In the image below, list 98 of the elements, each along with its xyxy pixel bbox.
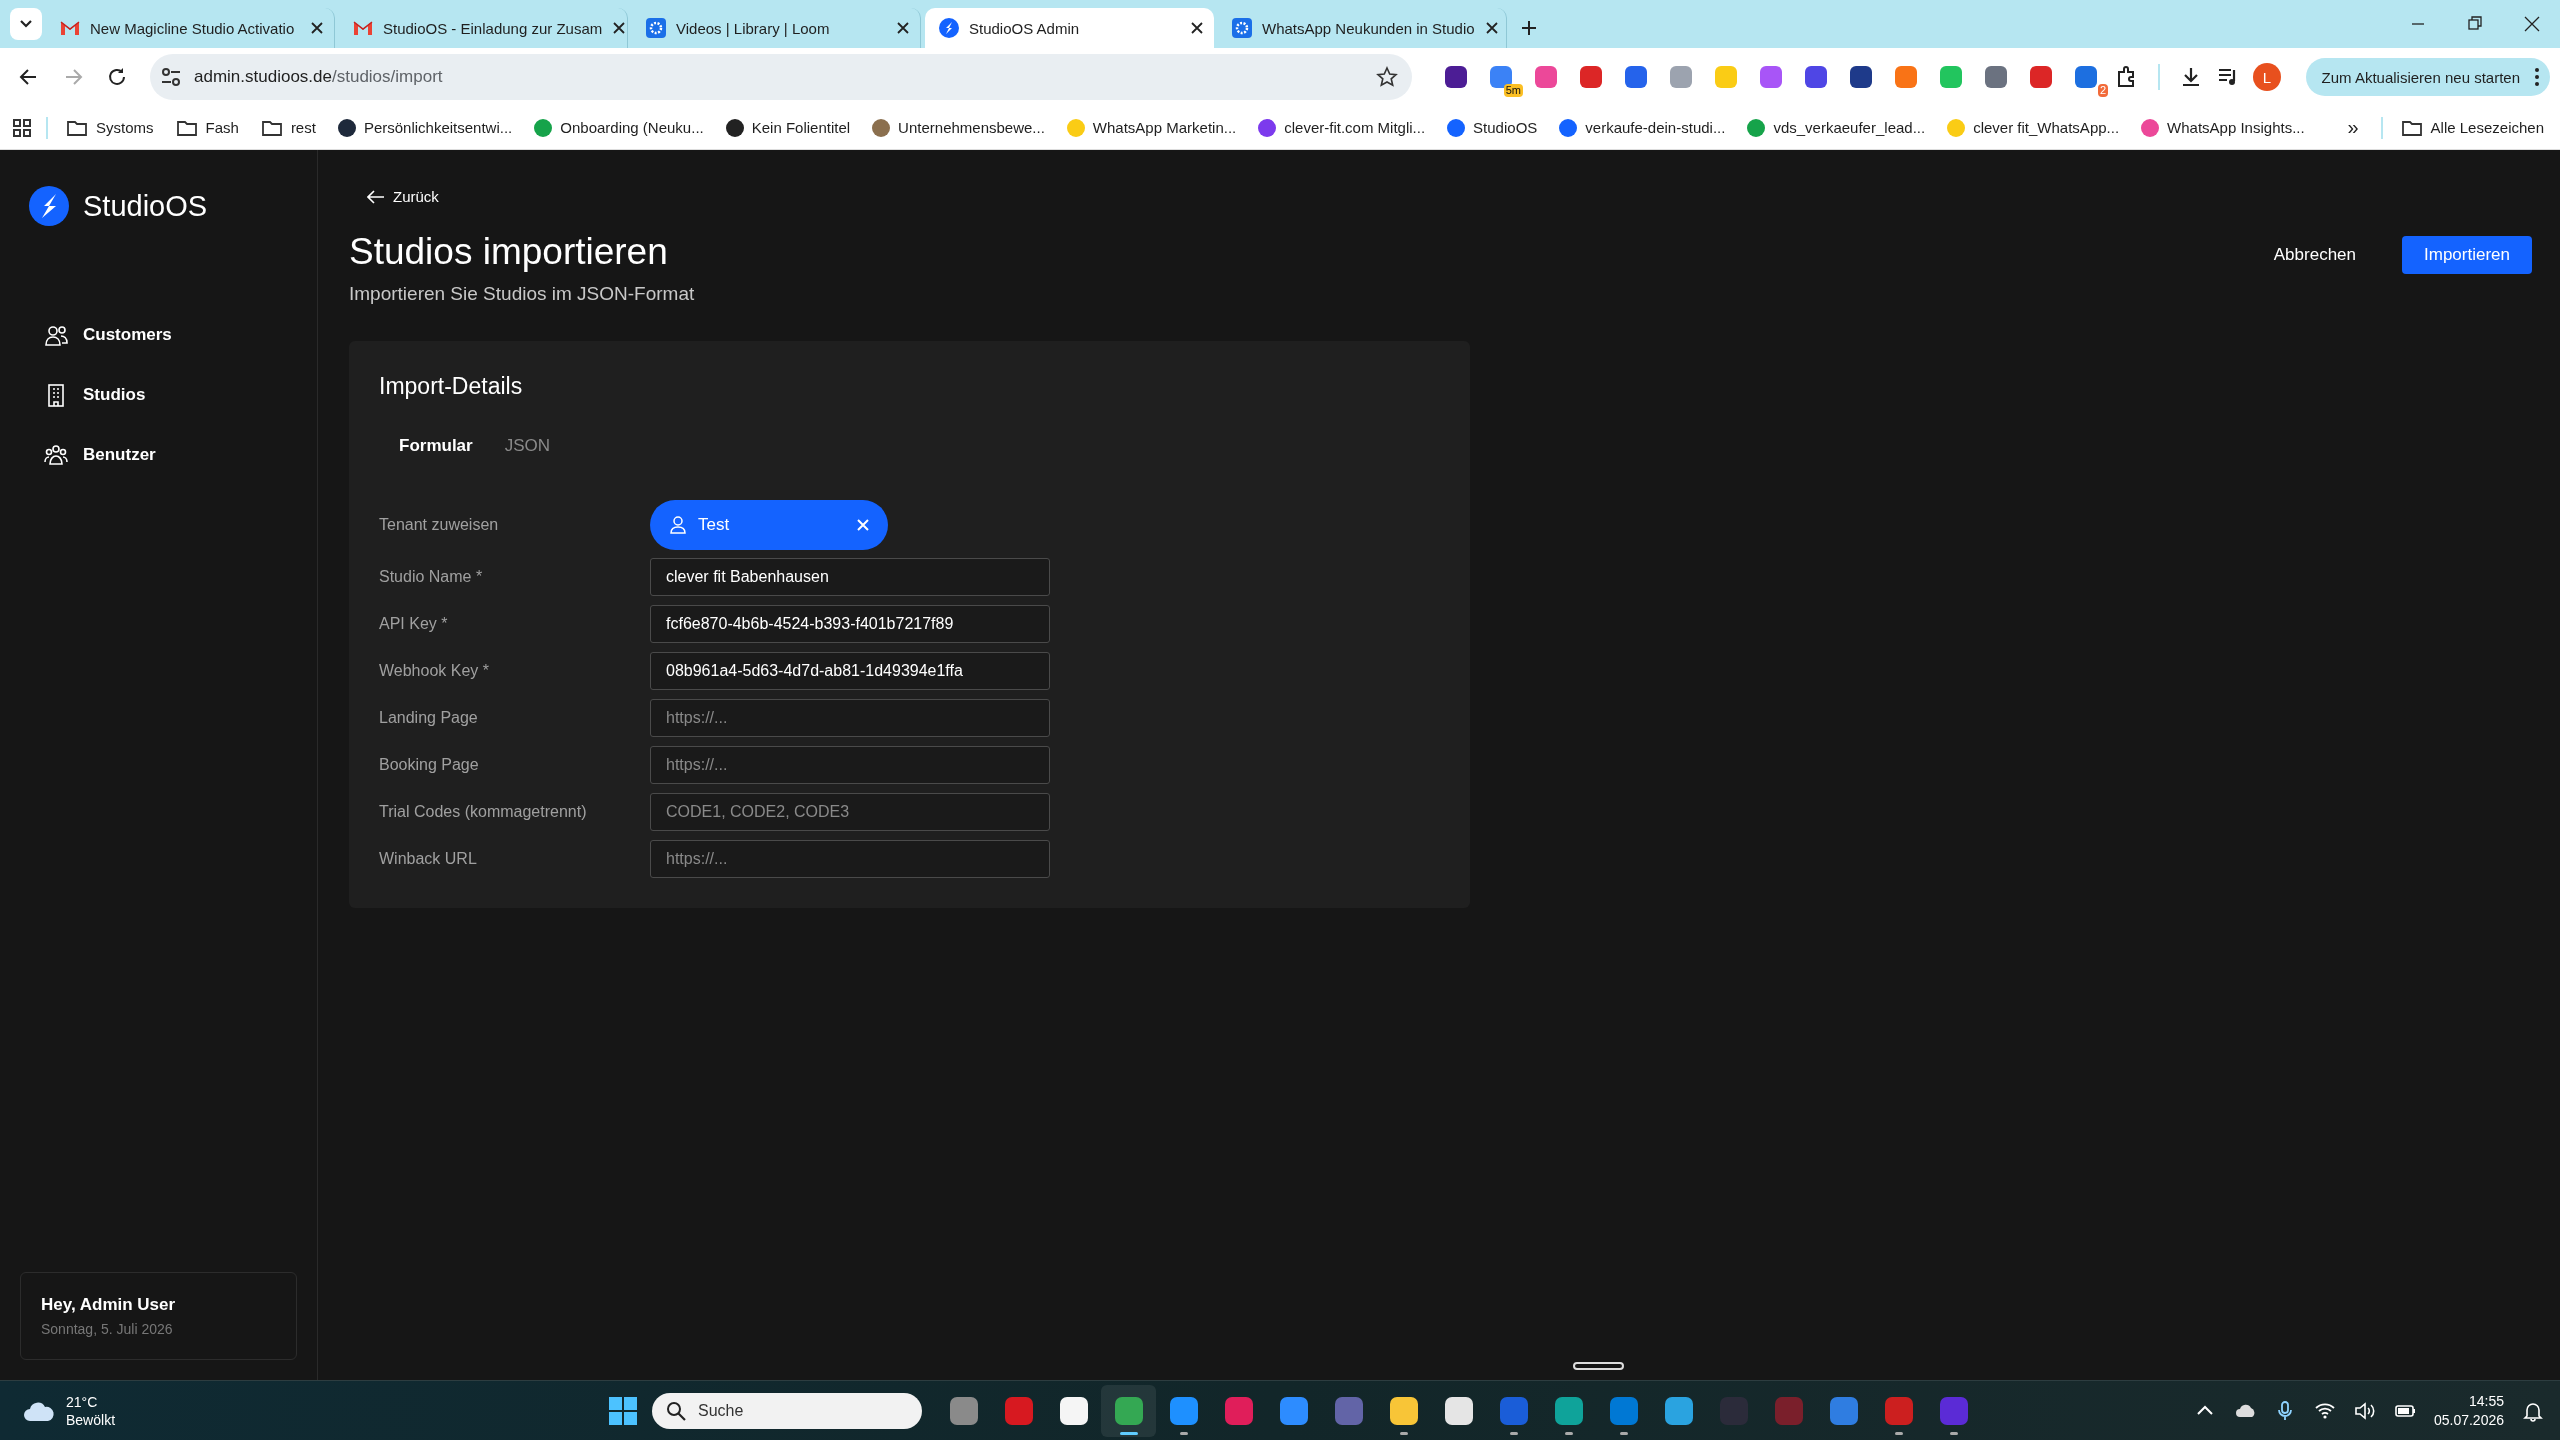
field-label: Booking Page — [379, 756, 480, 774]
mail-icon — [353, 20, 373, 36]
bookmark[interactable]: Onboarding (Neuku... — [530, 114, 708, 141]
field-label: Landing Page — [379, 709, 479, 727]
extension-icon[interactable] — [1983, 64, 2009, 90]
field-label: Trial Codes (kommagetrennt) — [379, 803, 588, 821]
extension-badge: 5m — [1503, 84, 1523, 97]
bookmark[interactable]: WhatsApp Insights... — [2137, 114, 2309, 141]
arrow-left-icon — [367, 189, 385, 204]
field-label: Webhook Key * — [379, 662, 490, 680]
bookmark[interactable]: Persönlichkeitsentwi... — [333, 114, 517, 141]
folder-icon — [175, 118, 198, 137]
plus-icon — [1521, 20, 1537, 36]
nav-item[interactable]: Customers — [44, 312, 297, 358]
bookmark[interactable]: StudioOS — [1443, 114, 1542, 141]
time-text: 14:55 — [2468, 1393, 2504, 1409]
field-label: Studio Name * — [379, 568, 484, 586]
gear-icon — [646, 18, 666, 38]
address-bar[interactable]: admin.studioos.de/studios/import — [150, 54, 1412, 100]
folder-icon — [260, 118, 283, 137]
field-label: API Key * — [379, 615, 449, 633]
bookmark[interactable]: Unternehmensbewe... — [868, 114, 1049, 141]
minimize-icon — [2411, 23, 2424, 25]
extension-icon[interactable] — [1803, 64, 1829, 90]
folder-icon — [66, 118, 88, 137]
input-field[interactable]: clever fit Babenhausen — [650, 558, 1050, 596]
close-icon[interactable] — [1190, 21, 1204, 35]
close-icon[interactable] — [310, 21, 324, 35]
bookmark[interactable]: clever fit_WhatsApp... — [1943, 114, 2124, 141]
chevron-down-icon — [19, 19, 33, 29]
more-bookmarks-button[interactable]: » — [2339, 116, 2367, 139]
card-title: Import-Details — [379, 373, 524, 400]
extension-icon[interactable] — [1623, 64, 1649, 90]
extension-icon[interactable] — [1578, 64, 1604, 90]
person-icon — [670, 516, 686, 534]
compass-logo-icon — [29, 186, 69, 226]
drag-handle[interactable] — [1573, 1362, 1624, 1370]
user-greeting: Hey, Admin User — [41, 1295, 177, 1315]
nav-item[interactable]: Studios — [44, 372, 297, 418]
search-icon — [666, 1401, 686, 1421]
bookmark[interactable]: Alle Lesezeichen — [2396, 114, 2548, 141]
tenant-chip[interactable]: Test — [650, 500, 888, 550]
reload-icon — [106, 66, 128, 88]
input-field[interactable]: CODE1, CODE2, CODE3 — [650, 793, 1050, 831]
more-icon — [2534, 67, 2540, 87]
profile-avatar[interactable]: L — [2253, 63, 2281, 91]
cancel-button[interactable]: Abbrechen — [2251, 236, 2378, 274]
bookmark[interactable]: Fash — [171, 114, 243, 141]
extension-icon[interactable] — [2073, 64, 2099, 90]
bookmark[interactable]: Systoms — [62, 114, 158, 141]
bookmark[interactable]: verkaufe-dein-studi... — [1555, 114, 1730, 141]
tab-list-button[interactable] — [10, 8, 42, 40]
temperature-text: 21°C — [66, 1393, 99, 1410]
input-field[interactable]: fcf6e870-4b6b-4524-b393-f401b7217f89 — [650, 605, 1050, 643]
apps-grid-icon[interactable] — [12, 117, 32, 138]
input-field[interactable]: https://... — [650, 699, 1050, 737]
page-subtitle: Importieren Sie Studios im JSON-Format — [349, 283, 695, 305]
input-field[interactable]: 08b961a4-5d63-4d7d-ab81-1d49394e1ffa — [650, 652, 1050, 690]
compass-icon — [939, 18, 959, 38]
input-field[interactable]: https://... — [650, 746, 1050, 784]
bookmark[interactable]: WhatsApp Marketin... — [1062, 114, 1241, 141]
date-text: Sonntag, 5. Juli 2026 — [41, 1321, 174, 1337]
weather-text: Bewölkt — [66, 1411, 116, 1428]
field-label: Tenant zuweisen — [379, 515, 500, 534]
restore-icon — [2465, 15, 2484, 33]
tab[interactable]: Formular — [387, 430, 485, 462]
search-field[interactable]: Suche — [652, 1393, 922, 1429]
field-label: Winback URL — [379, 850, 478, 868]
brand-name: StudioOS — [83, 189, 208, 223]
bookmark[interactable]: Kein Folientitel — [721, 114, 855, 141]
bookmark[interactable]: rest — [256, 114, 320, 141]
close-icon[interactable] — [896, 21, 910, 35]
extension-icon[interactable] — [1443, 64, 1469, 90]
extension-icon[interactable] — [2028, 64, 2054, 90]
update-button[interactable]: Zum Aktualisieren neu starten — [2305, 58, 2550, 96]
tab[interactable]: JSON — [492, 430, 563, 462]
windows-logo-icon — [608, 1396, 638, 1426]
bookmark[interactable]: vds_verkaeufer_lead... — [1743, 114, 1930, 141]
import-button[interactable]: Importieren — [2402, 236, 2532, 274]
page-title: Studios importieren — [349, 231, 669, 273]
site-settings-icon — [160, 66, 182, 88]
star-icon[interactable] — [1376, 66, 1398, 88]
date-text: 05.07.2026 — [2433, 1412, 2504, 1428]
bookmark[interactable]: clever-fit.com Mitgli... — [1254, 114, 1430, 141]
close-icon[interactable] — [1484, 21, 1499, 35]
back-link[interactable]: Zurück — [367, 184, 439, 209]
close-icon[interactable] — [612, 21, 627, 35]
nav-item[interactable]: Benutzer — [44, 432, 297, 478]
close-icon — [2522, 15, 2541, 33]
input-field[interactable]: https://... — [650, 840, 1050, 878]
url-text: admin.studioos.de/studios/import — [194, 67, 444, 87]
extension-icon[interactable] — [1848, 64, 1874, 90]
extension-badge: 2 — [2097, 84, 2108, 97]
browser-tab[interactable]: StudioOS Admin — [925, 8, 1214, 48]
gear-icon — [1232, 18, 1252, 38]
mail-icon — [60, 20, 80, 36]
people-icon — [44, 442, 69, 468]
folder-icon — [2400, 118, 2423, 137]
